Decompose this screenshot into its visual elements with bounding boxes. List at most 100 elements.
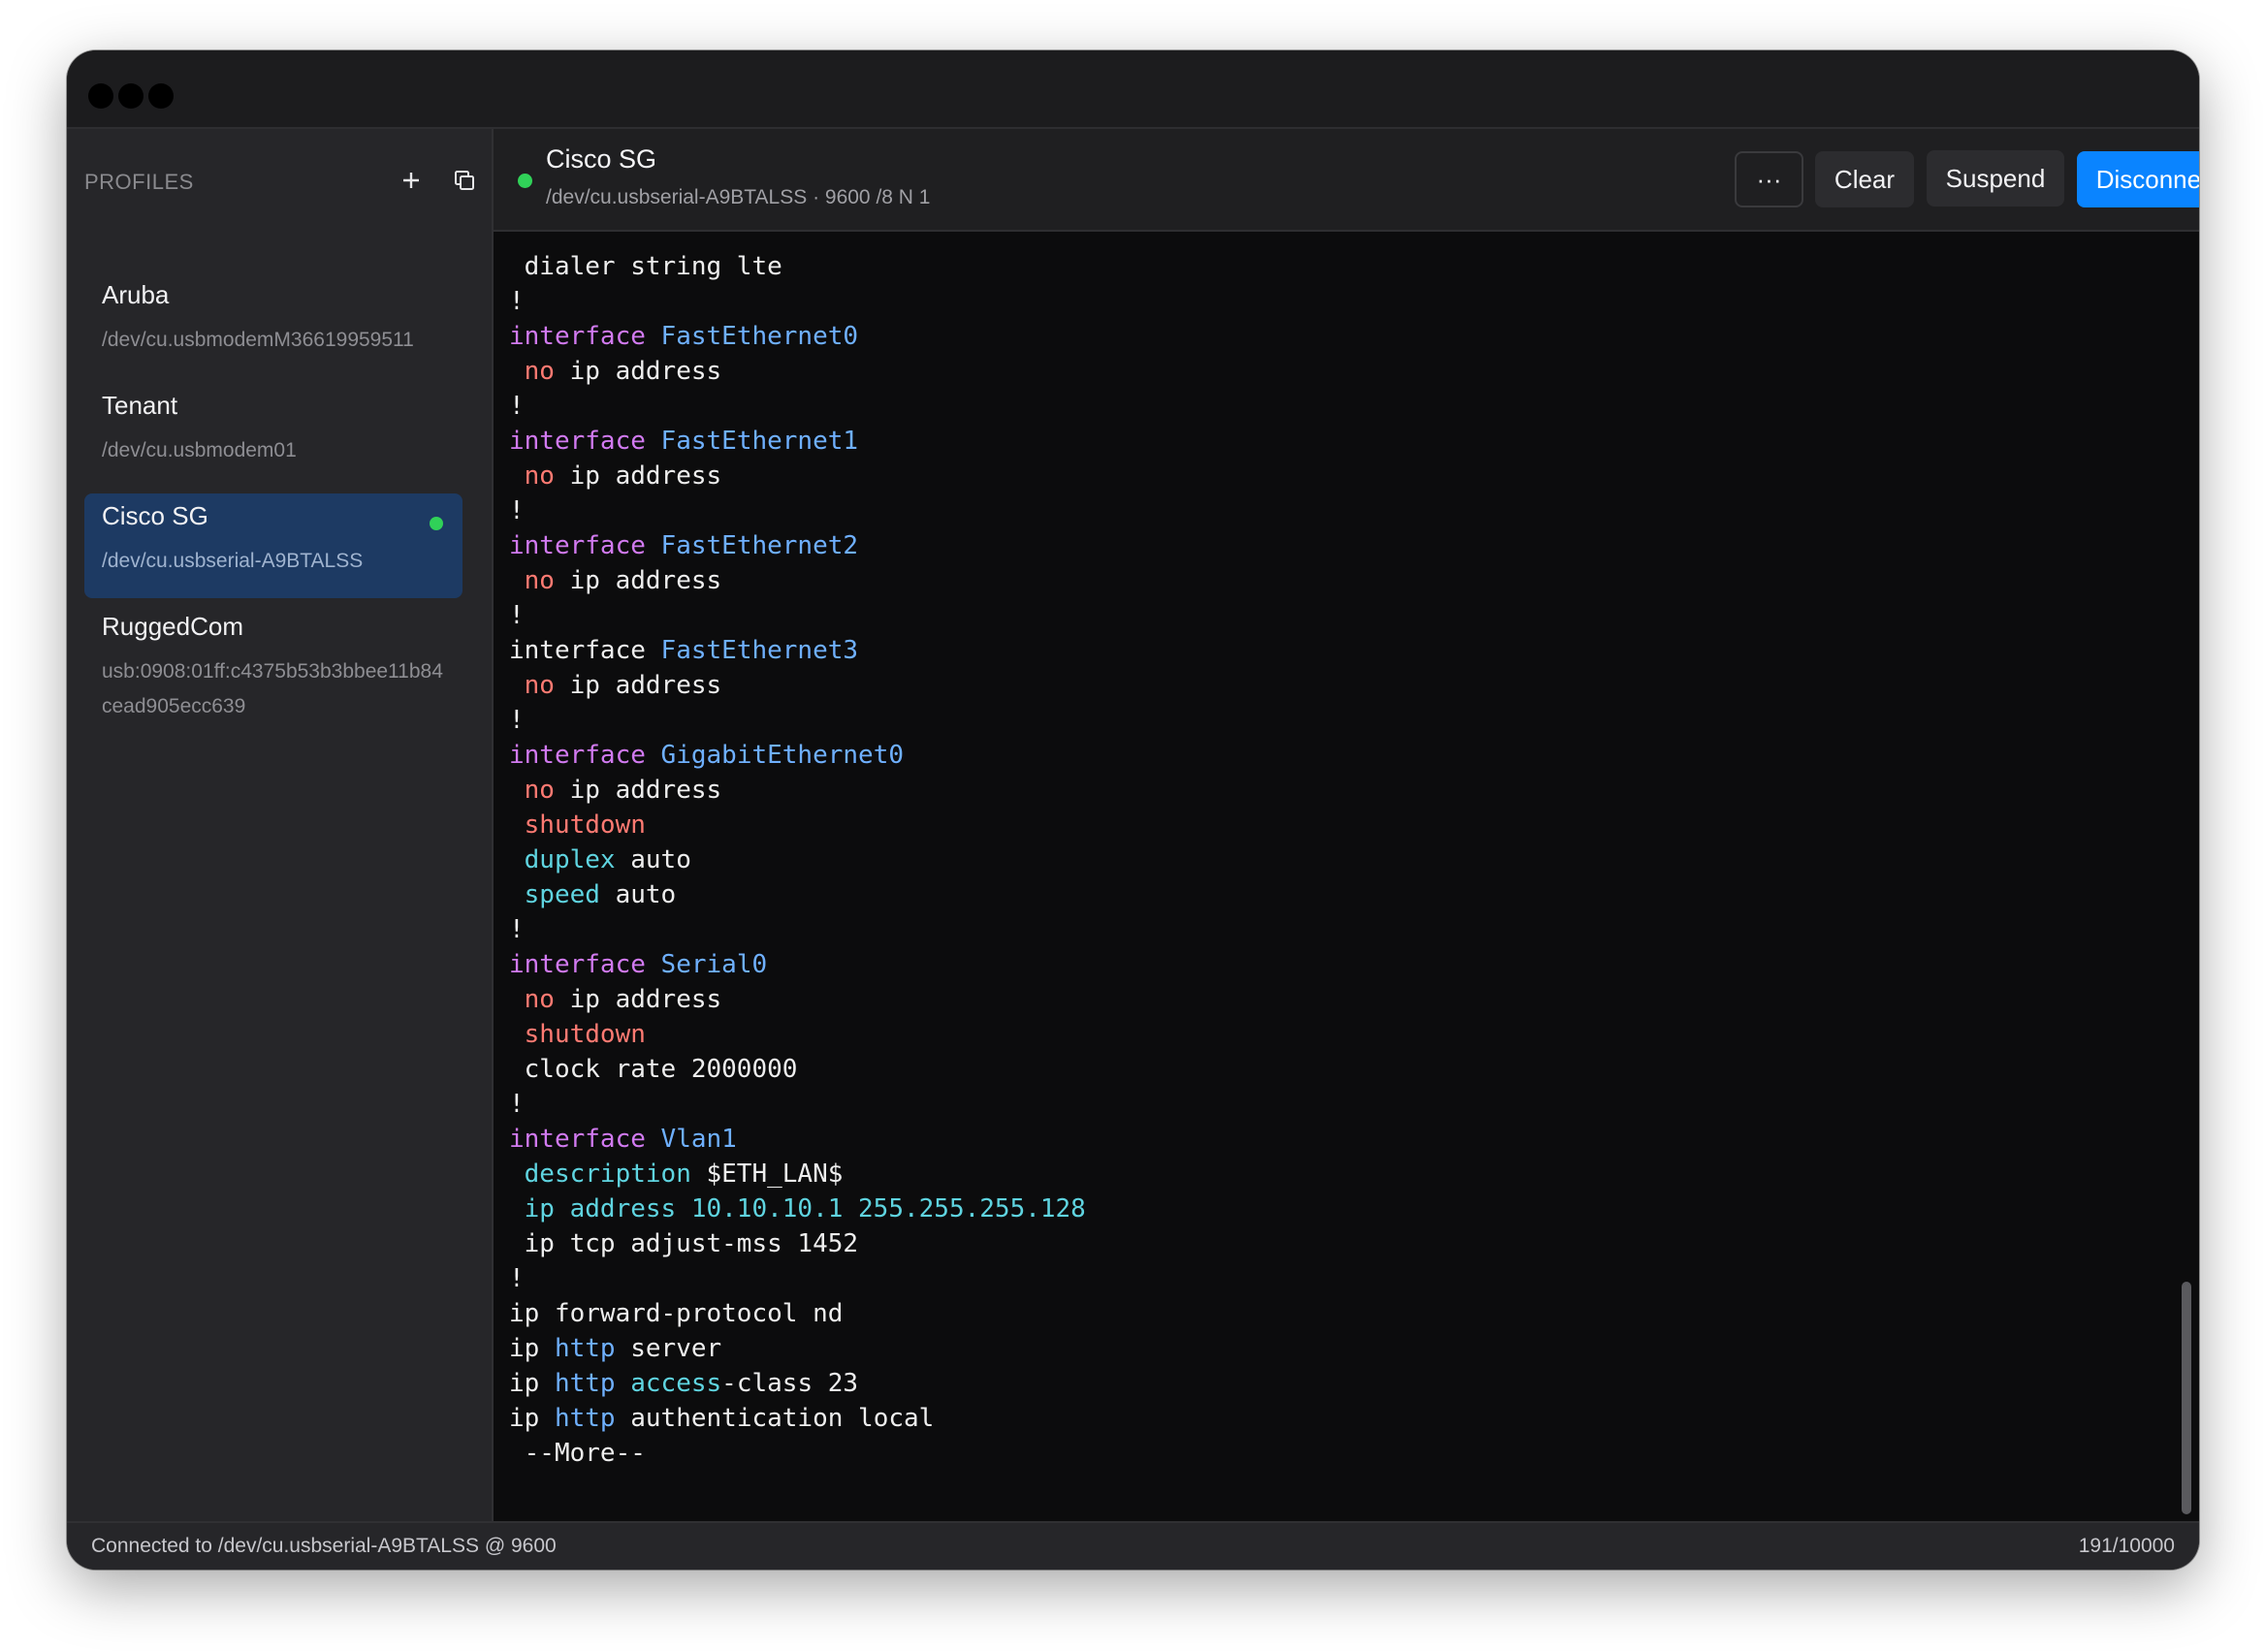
suspend-button[interactable]: Suspend (1927, 150, 2064, 206)
terminal-token: ip address (554, 357, 722, 386)
terminal-line: interface FastEthernet3 (509, 633, 1086, 668)
terminal-token: ! (509, 1264, 525, 1293)
terminal-token: ! (509, 496, 525, 525)
profile-path: usb:0908:01ff:c4375b53b3bbee11b84cead905… (102, 660, 443, 717)
terminal-token: FastEthernet2 (660, 531, 859, 560)
profile-item-aruba[interactable]: Aruba /dev/cu.usbmodemM36619959511 (84, 272, 463, 369)
terminal-token: auto (615, 845, 691, 874)
session-header: Cisco SG /dev/cu.usbserial-A9BTALSS · 96… (494, 129, 2199, 232)
terminal-token: interface (509, 427, 661, 456)
terminal-token: ! (509, 601, 525, 630)
disconnect-button[interactable]: Disconnect (2077, 151, 2199, 207)
profile-path: /dev/cu.usbmodemM36619959511 (102, 329, 414, 351)
terminal-line: no ip address (509, 354, 1086, 389)
terminal-token: duplex (524, 845, 616, 874)
clear-button[interactable]: Clear (1815, 151, 1914, 207)
terminal-token: ip (509, 1334, 555, 1363)
connection-status-text: Connected to /dev/cu.usbserial-A9BTALSS … (91, 1535, 557, 1557)
plus-icon[interactable] (395, 164, 428, 197)
terminal-token: auto (599, 880, 677, 909)
terminal-line: ! (509, 493, 1086, 528)
duplicate-icon[interactable] (448, 164, 481, 197)
terminal-token: ! (509, 392, 525, 421)
terminal-token: interface (509, 322, 661, 351)
terminal-token: interface (509, 950, 661, 979)
terminal-token: ! (509, 1090, 525, 1119)
terminal-token: interface (509, 741, 661, 770)
profile-path: /dev/cu.usbserial-A9BTALSS (102, 550, 364, 572)
terminal-token: ip address (554, 985, 722, 1014)
terminal-token: ! (509, 706, 525, 735)
terminal-token: ip (509, 1369, 555, 1398)
terminal-token: -class 23 (721, 1369, 859, 1398)
terminal-token: ip (509, 1404, 555, 1433)
terminal-line: ip http server (509, 1331, 1086, 1366)
session-title: Cisco SG (546, 144, 657, 174)
terminal-line: no ip address (509, 563, 1086, 598)
terminal-token: http (554, 1334, 616, 1363)
profile-name: RuggedCom (102, 612, 243, 641)
terminal-line: ! (509, 284, 1086, 319)
status-bar: Connected to /dev/cu.usbserial-A9BTALSS … (67, 1521, 2199, 1570)
terminal-line: ip http authentication local (509, 1401, 1086, 1436)
connection-status-dot (518, 174, 532, 188)
zoom-window-button[interactable] (148, 83, 174, 109)
terminal-line: ip address 10.10.10.1 255.255.255.128 (509, 1191, 1086, 1226)
session-subtitle: /dev/cu.usbserial-A9BTALSS · 9600 /8 N 1 (546, 186, 931, 208)
terminal-line: interface FastEthernet2 (509, 528, 1086, 563)
terminal-line: ! (509, 1087, 1086, 1122)
terminal-token: FastEthernet3 (660, 636, 859, 665)
terminal-output[interactable]: dialer string lte! interface FastEthernet… (494, 232, 2199, 1521)
terminal-token: shutdown (524, 810, 646, 840)
terminal-token: http (554, 1369, 616, 1398)
terminal-token: ! (509, 287, 525, 316)
terminal-scrollbar[interactable] (2182, 1282, 2191, 1514)
terminal-token: $ETH_LAN$ (690, 1160, 844, 1189)
minimize-window-button[interactable] (118, 83, 144, 109)
profile-path: /dev/cu.usbmodem01 (102, 439, 297, 461)
profile-name: Cisco SG (102, 501, 208, 530)
terminal-line: ip forward-protocol nd (509, 1296, 1086, 1331)
terminal-token: GigabitEthernet0 (660, 741, 904, 770)
profile-item-cisco-sg[interactable]: Cisco SG /dev/cu.usbserial-A9BTALSS (84, 493, 463, 598)
terminal-token: ip address (554, 566, 722, 595)
terminal-line: duplex auto (509, 842, 1086, 877)
terminal-token: Serial0 (660, 950, 768, 979)
terminal-line: ! (509, 1261, 1086, 1296)
terminal-token: ip address (554, 776, 722, 805)
terminal-token: ip address (554, 461, 722, 491)
terminal-token: ip address (554, 671, 722, 700)
terminal-token: ip tcp adjust-mss 1452 (509, 1229, 859, 1258)
terminal-token: clock rate 2000000 (509, 1055, 798, 1084)
terminal-token: no (524, 357, 555, 386)
terminal-token: interface (509, 531, 661, 560)
connected-status-dot (430, 517, 443, 530)
terminal-line: no ip address (509, 668, 1086, 703)
profile-item-ruggedcom[interactable]: RuggedCom usb:0908:01ff:c4375b53b3bbee11… (84, 604, 463, 720)
terminal-token: http (554, 1404, 616, 1433)
more-options-button[interactable]: ··· (1735, 151, 1803, 207)
app-window: PROFILES Aruba /dev/cu.usbmodemM36619959… (67, 50, 2199, 1570)
terminal-token: ! (509, 915, 525, 944)
terminal-token: no (524, 671, 555, 700)
terminal-line: --More-- (509, 1436, 1086, 1471)
terminal-line: shutdown (509, 808, 1086, 842)
title-bar (67, 50, 2199, 129)
terminal-line: no ip address (509, 773, 1086, 808)
close-window-button[interactable] (88, 83, 113, 109)
sidebar-title: PROFILES (84, 170, 194, 194)
profile-name: Tenant (102, 391, 178, 420)
line-count: 191/10000 (2078, 1535, 2175, 1557)
profile-item-tenant[interactable]: Tenant /dev/cu.usbmodem01 (84, 383, 463, 480)
terminal-line: ! (509, 703, 1086, 738)
